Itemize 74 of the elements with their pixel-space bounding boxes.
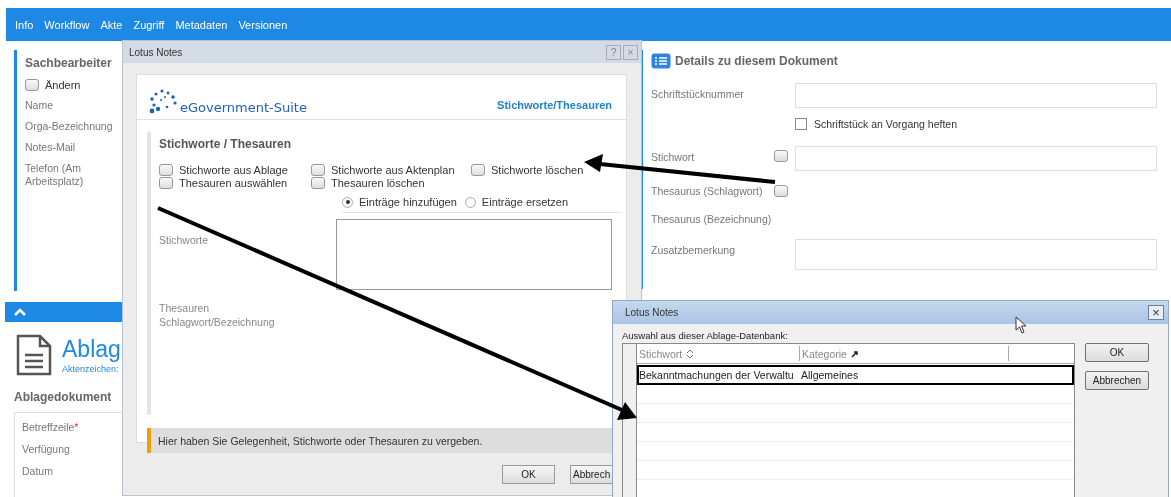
field-label: Thesaurus (Schlagwort) — [651, 185, 764, 197]
close-button[interactable]: × — [1148, 305, 1164, 320]
radio-label: Einträge hinzufügen — [359, 196, 457, 208]
radio-label: Einträge ersetzen — [481, 196, 569, 208]
field-label: Verfügung — [22, 443, 70, 455]
reference-label: Aktenzeichen: — [62, 364, 120, 374]
radio-button[interactable] — [342, 196, 353, 208]
text-area[interactable] — [336, 219, 612, 290]
menu-item[interactable]: Akte — [100, 18, 123, 31]
window-title: Lotus Notes — [129, 46, 184, 58]
checkbox[interactable] — [471, 164, 485, 176]
table-row[interactable]: Bekanntmachungen der Verwaltu Allgemeines — [637, 365, 1074, 385]
input-field[interactable] — [795, 239, 1157, 270]
checkbox-label: Ändern — [45, 79, 81, 91]
menu-item[interactable]: Versionen — [238, 18, 288, 31]
mouse-cursor-icon — [1015, 316, 1027, 334]
checkbox[interactable] — [159, 177, 173, 189]
document-title: Ablag — [62, 335, 121, 364]
table-cell-text: Bekanntmachungen der Verwaltu — [639, 369, 795, 381]
arrow-icon — [850, 349, 859, 358]
menu-item[interactable]: Info — [15, 18, 34, 31]
checkbox[interactable] — [311, 164, 325, 176]
logo-icon — [148, 88, 178, 115]
field-label: Thesauren Schlagwort/Bezeichnung — [159, 301, 276, 329]
section-title: Ablagedokument — [14, 390, 113, 404]
caption: Auswahl aus dieser Ablage-Datenbank: — [622, 330, 789, 341]
section-title: Stichworte / Thesauren — [159, 137, 293, 151]
field-label: Schriftstücknummer — [651, 87, 745, 100]
field-label: Orga-Bezeichnung — [25, 120, 114, 133]
field-label: Name — [25, 99, 54, 112]
window-title: Lotus Notes — [625, 307, 680, 318]
dialog-button[interactable]: Abbrech — [570, 465, 614, 484]
checkbox[interactable] — [795, 118, 807, 130]
column-header[interactable]: Stichwort — [637, 346, 800, 361]
field-label: Betreffzeile* — [22, 421, 79, 433]
checkbox-label: Stichworte löschen — [491, 164, 584, 176]
help-button[interactable]: ? — [606, 44, 621, 60]
sort-icon — [686, 348, 695, 359]
field-label: Datum — [22, 465, 53, 477]
field-label: Stichworte — [159, 234, 209, 246]
checkbox[interactable] — [25, 79, 39, 91]
checkbox-label: Schriftstück an Vorgang heften — [814, 118, 957, 130]
menu-item[interactable]: Zugriff — [133, 18, 165, 31]
list-icon — [651, 53, 671, 69]
checkbox[interactable] — [159, 164, 173, 176]
menu-item[interactable]: Metadaten — [175, 18, 228, 31]
document-icon — [16, 334, 52, 376]
input-field[interactable] — [795, 146, 1157, 171]
radio-button[interactable] — [464, 196, 476, 208]
checkbox-label: Thesauren auswählen — [179, 177, 288, 189]
panel-title: Sachbearbeiter — [25, 56, 113, 70]
checkbox-label: Stichworte aus Ablage — [179, 164, 288, 176]
brand-name: eGovernment-Suite — [180, 100, 308, 115]
field-label: Thesaurus (Bezeichnung) — [651, 213, 773, 225]
checkbox-label: Stichworte aus Aktenplan — [331, 164, 455, 176]
dialog-button[interactable]: Abbrechen — [1085, 371, 1149, 390]
field-label: Notes-Mail — [25, 141, 77, 154]
chevron-up-icon — [14, 308, 26, 316]
table-cell: Allgemeines — [801, 369, 859, 381]
checkbox-label: Thesauren löschen — [331, 177, 425, 189]
checkbox[interactable] — [774, 185, 788, 197]
field-label: Telefon (Am Arbeitsplatz) — [25, 162, 85, 188]
close-button[interactable]: × — [623, 44, 638, 60]
field-label: Stichwort — [651, 150, 696, 163]
column-header[interactable]: Kategorie — [800, 346, 1009, 361]
panel-title: Details zu diesem Dokument — [675, 54, 838, 68]
dialog-button[interactable]: OK — [1085, 343, 1149, 362]
field-label: Zusatzbemerkung — [651, 243, 737, 256]
checkbox[interactable] — [311, 177, 325, 189]
menu-item[interactable]: Workflow — [44, 18, 90, 31]
checkbox[interactable] — [774, 150, 788, 162]
dialog-button[interactable]: OK — [502, 465, 555, 484]
input-field[interactable] — [795, 83, 1157, 108]
header-title: Stichworte/Thesauren — [497, 99, 612, 111]
